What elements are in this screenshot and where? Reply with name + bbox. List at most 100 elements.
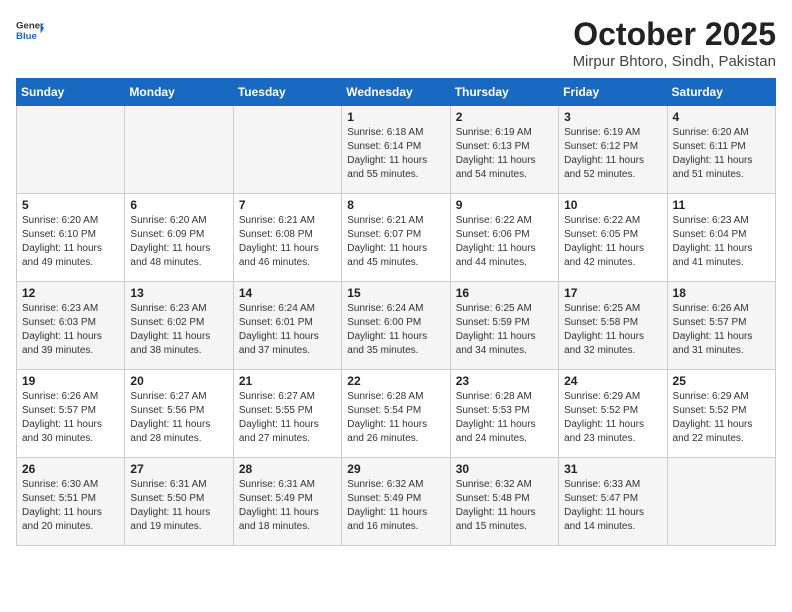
header-row: Sunday Monday Tuesday Wednesday Thursday… — [17, 79, 776, 106]
svg-text:Blue: Blue — [16, 31, 37, 42]
day-info: Sunrise: 6:27 AM Sunset: 5:56 PM Dayligh… — [130, 390, 227, 446]
calendar-cell: 23 Sunrise: 6:28 AM Sunset: 5:53 PM Dayli… — [450, 370, 558, 458]
calendar-cell: 31 Sunrise: 6:33 AM Sunset: 5:47 PM Dayli… — [559, 458, 667, 546]
logo-icon: General Blue — [16, 16, 44, 44]
day-info: Sunrise: 6:31 AM Sunset: 5:49 PM Dayligh… — [239, 478, 336, 534]
calendar-cell — [233, 106, 341, 194]
calendar-cell: 12 Sunrise: 6:23 AM Sunset: 6:03 PM Dayli… — [17, 282, 125, 370]
calendar-cell: 7 Sunrise: 6:21 AM Sunset: 6:08 PM Daylig… — [233, 194, 341, 282]
week-row-1: 1 Sunrise: 6:18 AM Sunset: 6:14 PM Daylig… — [17, 106, 776, 194]
day-info: Sunrise: 6:26 AM Sunset: 5:57 PM Dayligh… — [22, 390, 119, 446]
header-thursday: Thursday — [450, 79, 558, 106]
day-info: Sunrise: 6:20 AM Sunset: 6:11 PM Dayligh… — [673, 126, 770, 182]
day-info: Sunrise: 6:22 AM Sunset: 6:06 PM Dayligh… — [456, 214, 553, 270]
calendar-cell: 14 Sunrise: 6:24 AM Sunset: 6:01 PM Dayli… — [233, 282, 341, 370]
calendar-cell: 25Sunrise: 6:29 AM Sunset: 5:52 PM Dayli… — [667, 370, 775, 458]
day-info: Sunrise: 6:31 AM Sunset: 5:50 PM Dayligh… — [130, 478, 227, 534]
day-info: Sunrise: 6:25 AM Sunset: 5:58 PM Dayligh… — [564, 302, 661, 358]
header-tuesday: Tuesday — [233, 79, 341, 106]
week-row-3: 12 Sunrise: 6:23 AM Sunset: 6:03 PM Dayli… — [17, 282, 776, 370]
svg-text:General: General — [16, 20, 44, 31]
day-number: 26 — [22, 462, 119, 476]
week-row-2: 5Sunrise: 6:20 AM Sunset: 6:10 PM Daylig… — [17, 194, 776, 282]
day-number: 23 — [456, 374, 553, 388]
day-number: 18 — [673, 286, 770, 300]
calendar-cell: 9 Sunrise: 6:22 AM Sunset: 6:06 PM Daylig… — [450, 194, 558, 282]
day-info: Sunrise: 6:20 AM Sunset: 6:10 PM Dayligh… — [22, 214, 119, 270]
day-number: 1 — [347, 110, 444, 124]
day-info: Sunrise: 6:23 AM Sunset: 6:03 PM Dayligh… — [22, 302, 119, 358]
day-info: Sunrise: 6:21 AM Sunset: 6:07 PM Dayligh… — [347, 214, 444, 270]
day-number: 22 — [347, 374, 444, 388]
week-row-5: 26 Sunrise: 6:30 AM Sunset: 5:51 PM Dayli… — [17, 458, 776, 546]
header-monday: Monday — [125, 79, 233, 106]
day-number: 25 — [673, 374, 770, 388]
calendar-cell: 10 Sunrise: 6:22 AM Sunset: 6:05 PM Dayli… — [559, 194, 667, 282]
header-friday: Friday — [559, 79, 667, 106]
calendar-cell: 21 Sunrise: 6:27 AM Sunset: 5:55 PM Dayli… — [233, 370, 341, 458]
day-info: Sunrise: 6:23 AM Sunset: 6:02 PM Dayligh… — [130, 302, 227, 358]
calendar-cell: 22 Sunrise: 6:28 AM Sunset: 5:54 PM Dayli… — [342, 370, 450, 458]
calendar-cell: 8 Sunrise: 6:21 AM Sunset: 6:07 PM Daylig… — [342, 194, 450, 282]
day-info: Sunrise: 6:22 AM Sunset: 6:05 PM Dayligh… — [564, 214, 661, 270]
day-info: Sunrise: 6:21 AM Sunset: 6:08 PM Dayligh… — [239, 214, 336, 270]
calendar-subtitle: Mirpur Bhtoro, Sindh, Pakistan — [573, 53, 776, 70]
day-number: 31 — [564, 462, 661, 476]
day-info: Sunrise: 6:23 AM Sunset: 6:04 PM Dayligh… — [673, 214, 770, 270]
day-number: 9 — [456, 198, 553, 212]
calendar-cell: 2Sunrise: 6:19 AM Sunset: 6:13 PM Daylig… — [450, 106, 558, 194]
calendar-cell: 6Sunrise: 6:20 AM Sunset: 6:09 PM Daylig… — [125, 194, 233, 282]
header-sunday: Sunday — [17, 79, 125, 106]
day-number: 2 — [456, 110, 553, 124]
calendar-title: October 2025 — [573, 16, 776, 53]
header-wednesday: Wednesday — [342, 79, 450, 106]
day-number: 19 — [22, 374, 119, 388]
calendar-cell: 28Sunrise: 6:31 AM Sunset: 5:49 PM Dayli… — [233, 458, 341, 546]
calendar-cell: 15Sunrise: 6:24 AM Sunset: 6:00 PM Dayli… — [342, 282, 450, 370]
day-number: 30 — [456, 462, 553, 476]
day-info: Sunrise: 6:27 AM Sunset: 5:55 PM Dayligh… — [239, 390, 336, 446]
title-area: October 2025 Mirpur Bhtoro, Sindh, Pakis… — [573, 16, 776, 70]
calendar-cell: 30 Sunrise: 6:32 AM Sunset: 5:48 PM Dayli… — [450, 458, 558, 546]
calendar-cell: 1 Sunrise: 6:18 AM Sunset: 6:14 PM Daylig… — [342, 106, 450, 194]
calendar-cell — [667, 458, 775, 546]
day-number: 14 — [239, 286, 336, 300]
day-info: Sunrise: 6:24 AM Sunset: 6:01 PM Dayligh… — [239, 302, 336, 358]
day-number: 17 — [564, 286, 661, 300]
day-info: Sunrise: 6:28 AM Sunset: 5:53 PM Dayligh… — [456, 390, 553, 446]
day-number: 15 — [347, 286, 444, 300]
calendar-cell — [17, 106, 125, 194]
day-number: 21 — [239, 374, 336, 388]
calendar-cell: 3 Sunrise: 6:19 AM Sunset: 6:12 PM Daylig… — [559, 106, 667, 194]
day-info: Sunrise: 6:18 AM Sunset: 6:14 PM Dayligh… — [347, 126, 444, 182]
week-row-4: 19 Sunrise: 6:26 AM Sunset: 5:57 PM Dayli… — [17, 370, 776, 458]
day-info: Sunrise: 6:32 AM Sunset: 5:48 PM Dayligh… — [456, 478, 553, 534]
day-number: 8 — [347, 198, 444, 212]
calendar-cell — [125, 106, 233, 194]
day-number: 7 — [239, 198, 336, 212]
header-saturday: Saturday — [667, 79, 775, 106]
calendar-cell: 20Sunrise: 6:27 AM Sunset: 5:56 PM Dayli… — [125, 370, 233, 458]
day-info: Sunrise: 6:32 AM Sunset: 5:49 PM Dayligh… — [347, 478, 444, 534]
calendar-cell: 27 Sunrise: 6:31 AM Sunset: 5:50 PM Dayli… — [125, 458, 233, 546]
calendar-cell: 29 Sunrise: 6:32 AM Sunset: 5:49 PM Dayli… — [342, 458, 450, 546]
calendar-cell: 19 Sunrise: 6:26 AM Sunset: 5:57 PM Dayli… — [17, 370, 125, 458]
calendar-cell: 11Sunrise: 6:23 AM Sunset: 6:04 PM Dayli… — [667, 194, 775, 282]
day-info: Sunrise: 6:25 AM Sunset: 5:59 PM Dayligh… — [456, 302, 553, 358]
calendar-cell: 13Sunrise: 6:23 AM Sunset: 6:02 PM Dayli… — [125, 282, 233, 370]
day-info: Sunrise: 6:19 AM Sunset: 6:12 PM Dayligh… — [564, 126, 661, 182]
day-info: Sunrise: 6:33 AM Sunset: 5:47 PM Dayligh… — [564, 478, 661, 534]
calendar-cell: 26 Sunrise: 6:30 AM Sunset: 5:51 PM Dayli… — [17, 458, 125, 546]
day-info: Sunrise: 6:30 AM Sunset: 5:51 PM Dayligh… — [22, 478, 119, 534]
day-number: 3 — [564, 110, 661, 124]
day-number: 29 — [347, 462, 444, 476]
day-number: 12 — [22, 286, 119, 300]
day-number: 27 — [130, 462, 227, 476]
day-info: Sunrise: 6:28 AM Sunset: 5:54 PM Dayligh… — [347, 390, 444, 446]
day-number: 10 — [564, 198, 661, 212]
header: General Blue October 2025 Mirpur Bhtoro,… — [16, 16, 776, 70]
calendar-cell: 16Sunrise: 6:25 AM Sunset: 5:59 PM Dayli… — [450, 282, 558, 370]
calendar-table: Sunday Monday Tuesday Wednesday Thursday… — [16, 78, 776, 546]
day-info: Sunrise: 6:29 AM Sunset: 5:52 PM Dayligh… — [564, 390, 661, 446]
day-info: Sunrise: 6:26 AM Sunset: 5:57 PM Dayligh… — [673, 302, 770, 358]
